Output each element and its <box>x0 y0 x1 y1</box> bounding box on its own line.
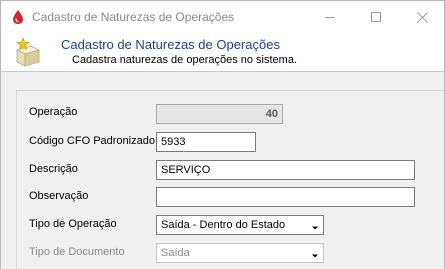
tipo-documento-select[interactable]: Saída <box>156 243 324 263</box>
operacao-field: 40 <box>156 104 283 124</box>
descricao-field[interactable]: SERVIÇO <box>156 160 415 180</box>
maximize-button[interactable] <box>353 1 399 33</box>
minimize-icon <box>325 12 335 22</box>
window-title: Cadastro de Naturezas de Operações <box>32 10 235 24</box>
maximize-icon <box>371 12 381 22</box>
tipo-documento-label: Tipo de Documento <box>29 246 125 258</box>
chevron-down-icon[interactable] <box>311 250 319 258</box>
red-drop-icon <box>11 9 25 25</box>
main-window: Cadastro de Naturezas de Operações Cadas… <box>0 0 445 269</box>
header-panel: Cadastro de Naturezas de Operações Cadas… <box>1 33 444 72</box>
tipo-operacao-select[interactable]: Saída - Dentro do Estado <box>156 215 324 235</box>
title-bar[interactable]: Cadastro de Naturezas de Operações <box>1 1 444 33</box>
operacao-label: Operação <box>29 106 78 118</box>
header-subtitle: Cadastra naturezas de operações no siste… <box>72 54 298 66</box>
cfo-label: Código CFO Padronizado <box>29 135 155 147</box>
observacao-field[interactable] <box>156 187 415 207</box>
box-star-icon <box>13 36 43 68</box>
chevron-down-icon[interactable] <box>311 222 319 230</box>
close-icon <box>416 11 428 23</box>
cfo-field[interactable]: 5933 <box>156 132 256 152</box>
tipo-operacao-label: Tipo de Operação <box>29 218 117 230</box>
descricao-label: Descrição <box>29 163 78 175</box>
minimize-button[interactable] <box>307 1 353 33</box>
header-title: Cadastro de Naturezas de Operações <box>61 37 280 52</box>
tipo-documento-value: Saída <box>161 247 190 259</box>
close-button[interactable] <box>399 1 444 33</box>
observacao-label: Observação <box>29 190 89 202</box>
tipo-operacao-value: Saída - Dentro do Estado <box>161 219 286 231</box>
form-area: Operação 40 Código CFO Padronizado 5933 … <box>1 72 444 269</box>
